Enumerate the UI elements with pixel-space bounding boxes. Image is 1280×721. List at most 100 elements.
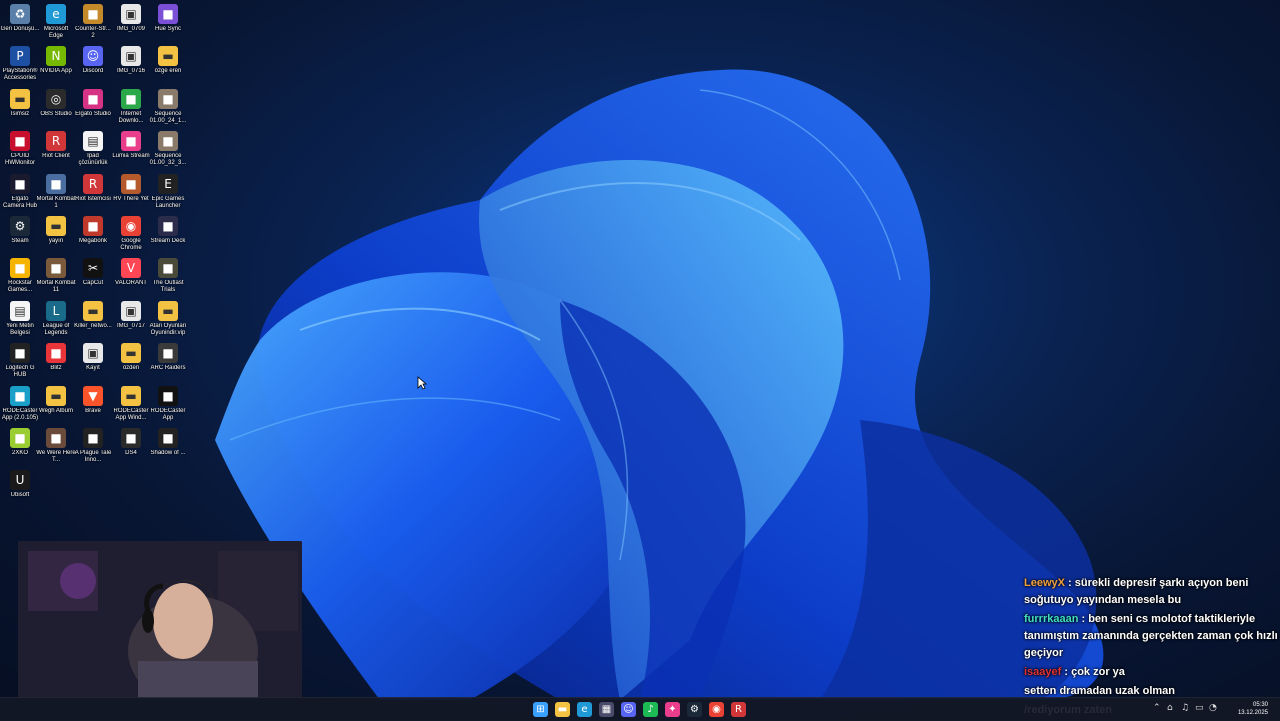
desktop-icon[interactable]: ▤ Yeni Metin Belgesi [0,299,40,337]
desktop-icon[interactable]: ■ CPUID HWMonitor [0,129,40,167]
desktop-icon[interactable]: ▣ Kayıt [73,341,113,372]
desktop-icon[interactable]: ■ Mortal Kombat 1 [36,172,76,210]
desktop-icon[interactable]: ■ Mortal Kombat 11 [36,256,76,294]
desktop-icon[interactable]: ■ Elgato Studio [73,87,113,118]
steam-icon[interactable]: ⚙ [687,702,702,717]
desktop-icon[interactable]: ▬ Wegh Albüm [36,384,76,415]
desktop-icon[interactable]: ■ RODECaster App [148,384,188,422]
discord-icon[interactable]: ☺ [621,702,636,717]
desktop-icon[interactable]: ■ ARC Raiders [148,341,188,372]
capcut-icon: ✂ [83,258,103,279]
shadow-icon: ■ [158,428,178,448]
desktop-icon-label: NVIDIA App [40,68,72,75]
desktop-icon[interactable]: ■ RODECaster App (2.0.105) [0,384,40,422]
desktop-icon-label: RV There Yet [113,195,149,202]
spotify-icon[interactable]: ♪ [643,702,658,717]
desktop-icon[interactable]: ■ Sequence 01.00_24_1... [148,87,188,125]
chat-username: LeewyX [1024,577,1065,589]
desktop-icon-label: ARC Raiders [150,365,186,372]
desktop-icon[interactable]: ■ Sequence 01.00_32_3... [148,129,188,167]
desktop-icon[interactable]: ☺ Discord [73,44,113,75]
ds4-icon: ■ [121,428,141,448]
taskbar-clock[interactable]: 05:30 13.12.2025 [1238,701,1268,717]
stream-deck-icon: ■ [158,216,178,236]
desktop-icon-label: A Plague Tale Inno... [74,450,112,463]
desktop-icon[interactable]: V VALORANT [111,256,151,287]
desktop-icon-label: İsimsiz [10,110,30,117]
lumia-icon[interactable]: ✦ [665,702,680,717]
desktop-icon[interactable]: ■ We Were Here T... [36,426,76,464]
desktop-icon[interactable]: ▣ IMG_0716 [111,44,151,75]
desktop-icon-label: Yeni Metin Belgesi [6,322,34,336]
desktop-icon[interactable]: U Ubisoft [0,468,40,499]
elgato-studio-icon: ■ [83,88,103,109]
desktop-icon[interactable]: ■ Rockstar Games... [0,256,40,294]
desktop-icon[interactable]: e Microsoft Edge [36,2,76,40]
desktop-icon[interactable]: ◎ OBS Studio [36,87,76,118]
desktop-icon-label: Steam [11,238,29,244]
desktop-icon[interactable]: ▬ RODECaster App Wind... [111,384,151,422]
desktop-icon[interactable]: ■ Stream Deck [148,214,188,245]
desktop-icon-label: Kayıt [86,365,100,372]
chat-message: LeewyX : sürekli depresif şarkı açıyon b… [1024,575,1280,609]
obs-icon: ◎ [46,88,66,109]
desktop-icon[interactable]: ■ Megabonk [73,214,113,245]
chevron-up-icon[interactable]: ⌃ [1153,703,1161,713]
desktop-icon[interactable]: ■ Elgato Camera Hub [0,172,40,210]
desktop-icon[interactable]: ■ Counter-Str... 2 [73,2,113,40]
desktop-icon[interactable]: ■ Lumia Stream [111,129,151,160]
desktop-icon[interactable]: ■ A Plague Tale Inno... [73,426,113,464]
desktop-icon[interactable]: ■ Blitz [36,341,76,372]
image-file-icon: ▣ [121,4,141,24]
battery-icon[interactable]: ▭ [1195,703,1204,713]
desktop-icon[interactable]: ■ DS4 [111,426,151,457]
desktop-icon[interactable]: ■ Hue Sync [148,2,188,33]
desktop-icon[interactable]: ▬ Killer_netwo... [73,299,113,330]
desktop-icon-label: Riot Client [42,153,70,160]
video-thumbnail-icon: ■ [158,131,178,152]
desktop-icon[interactable]: ■ The Outlast Trials [148,256,188,294]
desktop-icon[interactable]: R Riot İstemcisi [73,172,113,203]
outlast-icon: ■ [158,258,178,279]
desktop-icon[interactable]: ■ Logitech G HUB [0,341,40,379]
nvidia-icon: N [46,46,66,67]
desktop-icon[interactable]: ⚙ Steam [0,214,40,245]
blitz-icon: ■ [46,343,66,364]
desktop-icon-label: Wegh Albüm [39,407,73,414]
desktop-icon[interactable]: ✂ CapCut [73,256,113,287]
desktop-icon[interactable]: N NVIDIA App [36,44,76,75]
desktop-icon[interactable]: ■ Shadow of ... [148,426,188,457]
desktop-icon[interactable]: ■ 2XKO [0,426,40,457]
desktop-icon[interactable]: ▬ özden [111,341,151,372]
file-explorer-icon[interactable]: ▬ [555,702,570,717]
desktop-icon[interactable]: P PlayStation® Accessories [0,44,40,82]
desktop-icon[interactable]: ♻ Geri Dönüşü... [0,2,40,33]
riot-icon[interactable]: R [731,702,746,717]
ghub-icon: ■ [10,343,30,364]
desktop-icon[interactable]: R Riot Client [36,129,76,160]
desktop-icon[interactable]: ◉ Google Chrome [111,214,151,252]
desktop-icon[interactable]: ▬ özge eren [148,44,188,75]
desktop-icon[interactable]: L League of Legends [36,299,76,337]
desktop-icon-label: Elgato Studio [75,110,111,117]
chrome-icon[interactable]: ◉ [709,702,724,717]
desktop-icon[interactable]: ▤ İpad çözünürlük [73,129,113,167]
desktop-icon[interactable]: ■ RV There Yet [111,172,151,203]
volume-icon[interactable]: ♫ [1181,703,1189,713]
desktop-icon[interactable]: ■ Internet Downlo... [111,87,151,125]
edge-icon[interactable]: e [577,702,592,717]
desktop-icon[interactable]: ▣ IMG_0717 [111,299,151,330]
rockstar-icon: ■ [10,258,30,279]
desktop-icon[interactable]: ▼ Brave [73,384,113,415]
folder-icon: ▬ [46,385,66,406]
desktop-icon[interactable]: ▬ yayın [36,214,76,245]
notification-icon[interactable]: ◔ [1209,703,1217,713]
folder-icon: ▬ [46,216,66,236]
network-icon[interactable]: ⌂ [1167,703,1173,713]
desktop-icon[interactable]: E Epic Games Launcher [148,172,188,210]
desktop-icon[interactable]: ▣ IMG_0709 [111,2,151,33]
desktop-icon[interactable]: ▬ İsimsiz [0,87,40,118]
microsoft-store-icon[interactable]: ▦ [599,702,614,717]
windows-start-icon[interactable]: ⊞ [533,702,548,717]
desktop-icon[interactable]: ▬ Atari Oyunları Oyunindir.vip [148,299,188,337]
